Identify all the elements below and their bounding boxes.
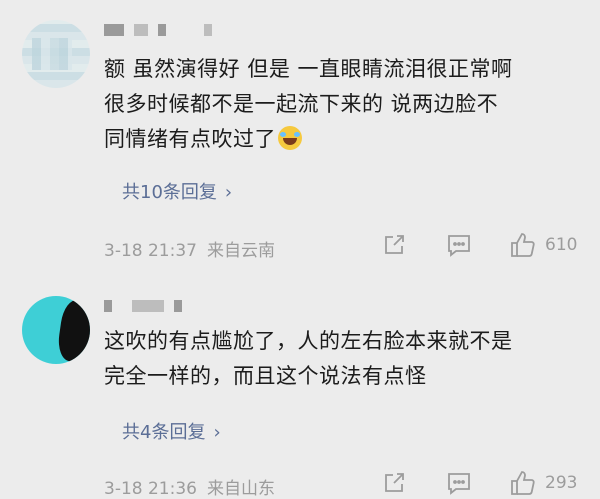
thumbs-up-icon bbox=[511, 233, 535, 257]
comment-meta: 3-18 21:36 来自山东 bbox=[104, 474, 275, 499]
like-button[interactable]: 293 bbox=[509, 469, 577, 497]
chevron-right-icon: › bbox=[224, 182, 233, 203]
comment-text-line: 很多时候都不是一起流下来的 说两边脸不 bbox=[104, 92, 499, 116]
share-icon bbox=[385, 473, 404, 492]
thumbs-up-icon bbox=[511, 471, 535, 495]
laughing-tears-emoji-icon bbox=[278, 126, 302, 150]
view-replies-link[interactable]: 共4条回复 › bbox=[122, 418, 221, 444]
comment-location: 来自云南 bbox=[206, 241, 275, 261]
comment-text-line: 这吹的有点尴尬了，人的左右脸本来就不是 bbox=[104, 329, 513, 353]
view-replies-link[interactable]: 共10条回复 › bbox=[122, 178, 232, 204]
replies-label: 共4条回复 bbox=[122, 422, 206, 443]
comment-text-line: 额 虽然演得好 但是 一直眼睛流泪很正常啊 bbox=[104, 57, 513, 81]
chevron-right-icon: › bbox=[213, 422, 221, 443]
avatar[interactable] bbox=[22, 20, 90, 88]
avatar[interactable] bbox=[22, 296, 90, 364]
share-icon bbox=[385, 235, 404, 254]
comment-text: 额 虽然演得好 但是 一直眼睛流泪很正常啊 很多时候都不是一起流下来的 说两边脸… bbox=[104, 52, 584, 157]
comment-text-line: 完全一样的，而且这个说法有点怪 bbox=[104, 364, 427, 388]
like-button[interactable]: 610 bbox=[509, 231, 577, 259]
comment-date: 3-18 21:37 bbox=[104, 241, 197, 261]
comment-button[interactable] bbox=[446, 471, 472, 495]
comment-button[interactable] bbox=[446, 233, 472, 257]
comment-icon bbox=[448, 235, 470, 257]
share-button[interactable] bbox=[382, 233, 406, 257]
username-blurred[interactable] bbox=[104, 300, 182, 312]
comment-text-line: 同情绪有点吹过了 bbox=[104, 122, 584, 157]
comment-text: 这吹的有点尴尬了，人的左右脸本来就不是 完全一样的，而且这个说法有点怪 bbox=[104, 324, 584, 394]
replies-label: 共10条回复 bbox=[122, 182, 217, 203]
like-count: 610 bbox=[545, 235, 578, 255]
share-button[interactable] bbox=[382, 471, 406, 495]
comment-icon bbox=[448, 473, 470, 495]
comment-date: 3-18 21:36 bbox=[104, 479, 197, 499]
comment-meta: 3-18 21:37 来自云南 bbox=[104, 236, 275, 261]
comment-location: 来自山东 bbox=[206, 479, 275, 499]
like-count: 293 bbox=[545, 473, 578, 493]
username-blurred[interactable] bbox=[104, 24, 212, 36]
